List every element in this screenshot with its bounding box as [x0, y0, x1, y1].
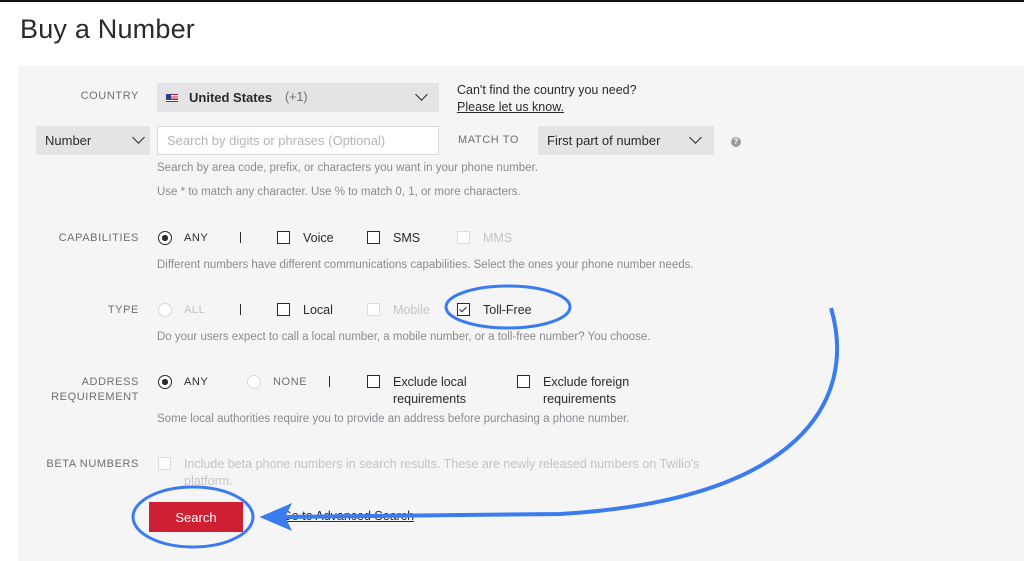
type-local-checkbox[interactable]	[277, 303, 290, 316]
search-type-select[interactable]: Number	[36, 126, 150, 155]
country-help-text: Can't find the country you need?	[457, 83, 637, 97]
beta-numbers-label: BETA NUMBERS	[46, 458, 139, 470]
address-any-label: ANY	[184, 376, 209, 388]
match-to-label: MATCH TO	[458, 134, 520, 146]
help-icon[interactable]: ?	[731, 137, 741, 147]
type-mobile-label: Mobile	[393, 303, 430, 317]
type-all-label: ALL	[184, 304, 206, 316]
country-code: (+1)	[285, 90, 308, 104]
type-local-label: Local	[303, 303, 333, 317]
page-title: Buy a Number	[20, 14, 195, 44]
us-flag-icon	[166, 94, 178, 102]
capabilities-sms-checkbox[interactable]	[367, 231, 380, 244]
advanced-search-link[interactable]: Go to Advanced Search	[282, 509, 414, 523]
capabilities-sms-label: SMS	[393, 231, 421, 245]
capabilities-voice-checkbox[interactable]	[277, 231, 290, 244]
address-none-label: NONE	[273, 376, 308, 388]
country-label: COUNTRY	[80, 90, 139, 102]
search-button[interactable]: Search	[149, 502, 243, 532]
exclude-foreign-label-line2: requirements	[543, 392, 616, 406]
chevron-down-icon	[689, 131, 702, 144]
capabilities-mms-checkbox	[457, 231, 470, 244]
capabilities-label: CAPABILITIES	[58, 232, 139, 244]
country-selected-value: United States	[189, 90, 273, 105]
beta-numbers-text-line1: Include beta phone numbers in search res…	[184, 457, 700, 471]
divider	[329, 376, 330, 387]
search-type-value: Number	[45, 133, 92, 148]
address-any-radio[interactable]	[158, 375, 172, 389]
type-label: TYPE	[107, 304, 139, 316]
exclude-foreign-checkbox[interactable]	[517, 375, 530, 388]
match-to-select[interactable]: First part of number	[538, 126, 714, 155]
capabilities-mms-label: MMS	[483, 231, 513, 245]
match-to-value: First part of number	[547, 133, 661, 148]
address-help: Some local authorities require you to pr…	[157, 413, 630, 425]
country-select[interactable]: United States (+1)	[157, 83, 439, 112]
top-border	[0, 0, 1024, 2]
search-help-line1: Search by area code, prefix, or characte…	[157, 162, 538, 174]
exclude-local-label-line1: Exclude local	[393, 375, 467, 389]
type-toll-free-checkbox[interactable]	[457, 303, 470, 316]
country-help-link[interactable]: Please let us know.	[457, 100, 564, 114]
exclude-foreign-label-line1: Exclude foreign	[543, 375, 630, 389]
type-help: Do your users expect to call a local num…	[157, 331, 651, 343]
exclude-local-label-line2: requirements	[393, 392, 466, 406]
address-label-line2: REQUIREMENT	[51, 391, 139, 403]
address-label-line1: ADDRESS	[81, 376, 139, 388]
divider	[240, 232, 241, 243]
capabilities-any-radio[interactable]	[158, 231, 172, 245]
beta-numbers-checkbox	[158, 457, 171, 470]
exclude-local-checkbox[interactable]	[367, 375, 380, 388]
search-input-placeholder: Search by digits or phrases (Optional)	[167, 133, 386, 148]
address-none-radio	[247, 375, 261, 389]
beta-numbers-text-line2: platform.	[184, 474, 233, 488]
capabilities-any-label: ANY	[184, 232, 209, 244]
type-toll-free-label: Toll-Free	[483, 303, 532, 317]
chevron-down-icon	[415, 88, 428, 101]
divider	[240, 304, 241, 315]
chevron-down-icon	[132, 131, 145, 144]
search-input[interactable]: Search by digits or phrases (Optional)	[157, 126, 439, 155]
capabilities-voice-label: Voice	[303, 231, 334, 245]
search-help-line2: Use * to match any character. Use % to m…	[157, 186, 521, 198]
capabilities-help: Different numbers have different communi…	[157, 259, 694, 271]
type-mobile-checkbox	[367, 303, 380, 316]
type-all-radio	[158, 303, 172, 317]
